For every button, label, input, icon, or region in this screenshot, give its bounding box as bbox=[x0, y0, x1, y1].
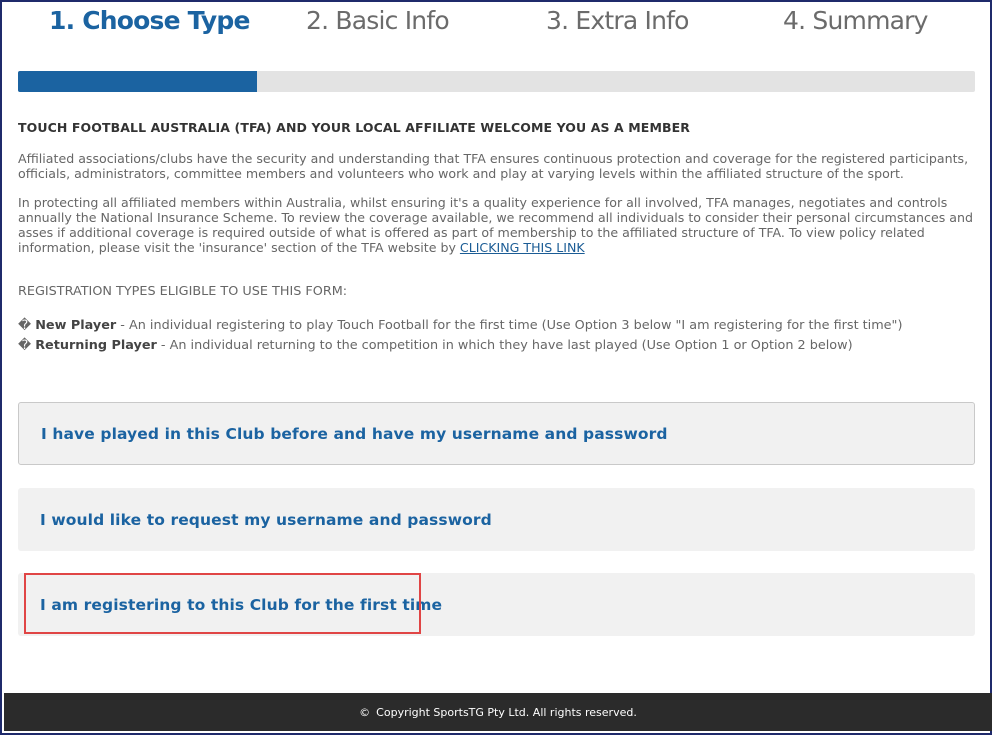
footer: © Copyright SportsTG Pty Ltd. All rights… bbox=[4, 693, 992, 731]
registration-types-title: REGISTRATION TYPES ELIGIBLE TO USE THIS … bbox=[18, 283, 348, 299]
step-summary: 4. Summary bbox=[783, 6, 928, 35]
step-choose-type: 1. Choose Type bbox=[49, 6, 250, 35]
progress-bar bbox=[18, 71, 975, 92]
step-extra-info: 3. Extra Info bbox=[546, 6, 689, 35]
progress-bar-fill bbox=[18, 71, 258, 92]
option-request-credentials-label: I would like to request my username and … bbox=[40, 510, 492, 529]
intro-section: TOUCH FOOTBALL AUSTRALIA (TFA) AND YOUR … bbox=[18, 120, 973, 356]
type-new-player-label: New Player bbox=[35, 317, 117, 333]
intro-paragraph-1: Affiliated associations/clubs have the s… bbox=[18, 151, 969, 182]
bullet-glyph: � bbox=[18, 317, 32, 333]
type-returning-player-desc: - An individual returning to the competi… bbox=[156, 337, 853, 353]
type-returning-player: � Returning Player - An individual retur… bbox=[18, 336, 973, 356]
registration-types-list: � New Player - An individual registering… bbox=[18, 316, 973, 356]
option-request-credentials[interactable]: I would like to request my username and … bbox=[18, 488, 975, 551]
copyright-icon: © bbox=[359, 705, 371, 719]
option-have-credentials[interactable]: I have played in this Club before and ha… bbox=[18, 402, 975, 465]
option-first-time-label: I am registering to this Club for the fi… bbox=[40, 595, 443, 614]
footer-copyright-text: Copyright SportsTG Pty Ltd. All rights r… bbox=[376, 705, 637, 719]
insurance-link[interactable]: CLICKING THIS LINK bbox=[460, 240, 585, 255]
type-returning-player-label: Returning Player bbox=[35, 337, 157, 353]
option-have-credentials-label: I have played in this Club before and ha… bbox=[41, 424, 668, 443]
type-new-player-desc: - An individual registering to play Touc… bbox=[116, 317, 903, 333]
type-new-player: � New Player - An individual registering… bbox=[18, 316, 973, 336]
option-first-time[interactable]: I am registering to this Club for the fi… bbox=[18, 573, 975, 636]
bullet-glyph: � bbox=[18, 337, 32, 353]
step-basic-info: 2. Basic Info bbox=[306, 6, 450, 35]
welcome-heading: TOUCH FOOTBALL AUSTRALIA (TFA) AND YOUR … bbox=[18, 120, 690, 135]
step-indicator: 1. Choose Type 2. Basic Info 3. Extra In… bbox=[2, 2, 990, 52]
intro-paragraph-2: In protecting all affiliated members wit… bbox=[18, 195, 973, 256]
registration-page: 1. Choose Type 2. Basic Info 3. Extra In… bbox=[0, 0, 992, 735]
